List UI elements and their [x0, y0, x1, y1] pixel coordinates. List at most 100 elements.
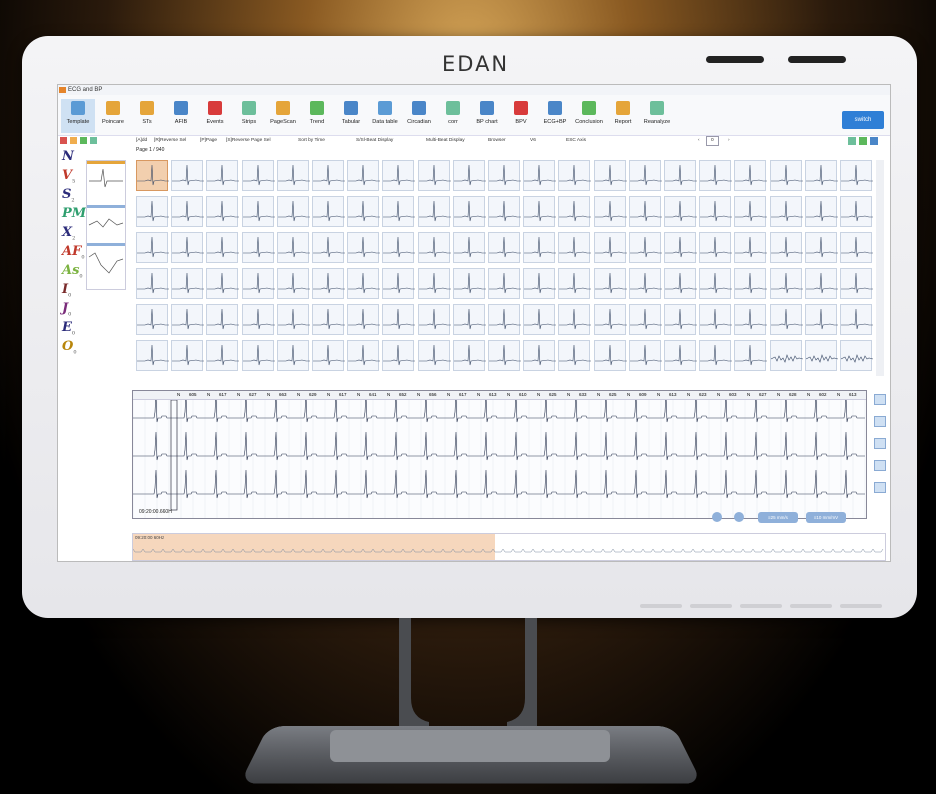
beat-cell[interactable]	[628, 340, 662, 371]
beat-cell[interactable]	[347, 304, 381, 335]
count-select[interactable]: V6	[530, 136, 536, 146]
beat-class-o[interactable]: O0	[62, 339, 77, 356]
overview-bar[interactable]: 09:20:00 60Hz	[132, 533, 886, 561]
beat-cell[interactable]	[417, 268, 451, 299]
sort-select[interactable]: Sort by Time	[298, 136, 325, 146]
beat-cell[interactable]	[206, 340, 240, 371]
zoom-out-icon[interactable]	[734, 512, 744, 522]
teal-icon[interactable]	[848, 137, 856, 145]
toolbar-button-trend[interactable]: Trend	[300, 99, 334, 133]
beat-cell[interactable]	[171, 340, 205, 371]
beat-cell[interactable]	[382, 232, 416, 263]
toolbar-button-template[interactable]: Template	[61, 99, 95, 133]
beat-cell[interactable]	[136, 196, 169, 227]
beat-cell[interactable]	[136, 304, 169, 335]
beat-cell[interactable]	[840, 304, 873, 335]
strip-tool-button[interactable]	[874, 482, 886, 493]
beat-cell[interactable]	[699, 304, 733, 335]
beat-cell[interactable]	[628, 160, 662, 191]
toolbar-button-circadian[interactable]: Circadian	[402, 99, 436, 133]
strip-tool-button[interactable]	[874, 394, 886, 405]
beat-cell[interactable]	[241, 304, 275, 335]
beat-cell[interactable]	[276, 304, 310, 335]
beat-cell[interactable]	[206, 268, 240, 299]
green-icon[interactable]	[80, 137, 87, 144]
beat-cell[interactable]	[699, 160, 733, 191]
beat-class-i[interactable]: I0	[62, 282, 71, 299]
gain-button[interactable]: ≡10 mm/mV	[806, 512, 846, 523]
beat-cell[interactable]	[488, 268, 521, 299]
beat-cell[interactable]	[804, 304, 838, 335]
beat-cell[interactable]	[276, 340, 310, 371]
beat-cell[interactable]	[312, 232, 345, 263]
bezel-button[interactable]	[640, 604, 682, 608]
beat-cell[interactable]	[628, 304, 662, 335]
beat-cell[interactable]	[417, 232, 451, 263]
toolbar-button-pagescan[interactable]: PageScan	[266, 99, 300, 133]
beat-cell[interactable]	[628, 268, 662, 299]
toolbar-button-reanalyze[interactable]: Reanalyze	[640, 99, 674, 133]
beat-cell[interactable]	[523, 340, 557, 371]
teal-icon[interactable]	[90, 137, 97, 144]
toolbar-button-tabular[interactable]: Tabular	[334, 99, 368, 133]
beat-class-e[interactable]: E0	[62, 320, 75, 337]
beat-cell[interactable]	[452, 304, 486, 335]
multi-beat-checkbox[interactable]: Multi-Beat Display	[426, 136, 465, 146]
toolbar-button-events[interactable]: Events	[198, 99, 232, 133]
beat-cell[interactable]	[206, 196, 240, 227]
beat-cell[interactable]	[664, 304, 697, 335]
beat-cell[interactable]	[206, 232, 240, 263]
speed-button[interactable]: ≡25 mm/s	[758, 512, 798, 523]
beat-cell[interactable]	[734, 232, 768, 263]
beat-cell[interactable]	[734, 196, 768, 227]
beat-cell[interactable]	[452, 340, 486, 371]
beat-cell[interactable]	[769, 232, 803, 263]
beat-cell[interactable]	[840, 196, 873, 227]
grid-scrollbar[interactable]	[876, 160, 884, 376]
beat-cell[interactable]	[347, 196, 381, 227]
beat-cell[interactable]	[312, 196, 345, 227]
beat-cell[interactable]	[276, 160, 310, 191]
reverse-page-sel-button[interactable]: [S]Reverse Page Sel	[226, 136, 271, 146]
beat-cell[interactable]	[628, 232, 662, 263]
beat-cell[interactable]	[734, 160, 768, 191]
check-icon[interactable]	[859, 137, 867, 145]
beat-cell[interactable]	[382, 196, 416, 227]
beat-cell[interactable]	[382, 304, 416, 335]
page-button[interactable]: [P]Page	[200, 136, 217, 146]
beat-cell[interactable]	[840, 232, 873, 263]
beat-cell[interactable]	[171, 268, 205, 299]
toolbar-button-sts[interactable]: STs	[130, 99, 164, 133]
beat-cell[interactable]	[664, 232, 697, 263]
beat-cell[interactable]	[593, 268, 627, 299]
beat-cell[interactable]	[347, 340, 381, 371]
toolbar-button-ecg-bp[interactable]: ECG+BP	[538, 99, 572, 133]
beat-cell[interactable]	[241, 196, 275, 227]
beat-cell[interactable]	[769, 160, 803, 191]
red-icon[interactable]	[60, 137, 67, 144]
beat-cell[interactable]	[136, 232, 169, 263]
beat-cell[interactable]	[382, 160, 416, 191]
beat-cell[interactable]	[664, 160, 697, 191]
beat-cell[interactable]	[312, 268, 345, 299]
beat-cell[interactable]	[136, 268, 169, 299]
beat-cell[interactable]	[734, 304, 768, 335]
toolbar-button-report[interactable]: Report	[606, 99, 640, 133]
reverse-sel-button[interactable]: [R]Reverse Sel	[154, 136, 186, 146]
beat-cell[interactable]	[171, 304, 205, 335]
beat-cell[interactable]	[312, 340, 345, 371]
beat-cell[interactable]	[558, 196, 592, 227]
beat-cell[interactable]	[488, 304, 521, 335]
bezel-button[interactable]	[790, 604, 832, 608]
beat-cell[interactable]	[804, 160, 838, 191]
beat-cell[interactable]	[593, 232, 627, 263]
beat-cell[interactable]	[347, 232, 381, 263]
beat-cell[interactable]	[523, 232, 557, 263]
beat-cell[interactable]	[664, 196, 697, 227]
beat-cell[interactable]	[136, 160, 169, 191]
beat-cell[interactable]	[452, 232, 486, 263]
beat-cell[interactable]	[241, 268, 275, 299]
beat-cell[interactable]	[593, 160, 627, 191]
beat-cell[interactable]	[804, 268, 838, 299]
refresh-icon[interactable]	[870, 137, 878, 145]
